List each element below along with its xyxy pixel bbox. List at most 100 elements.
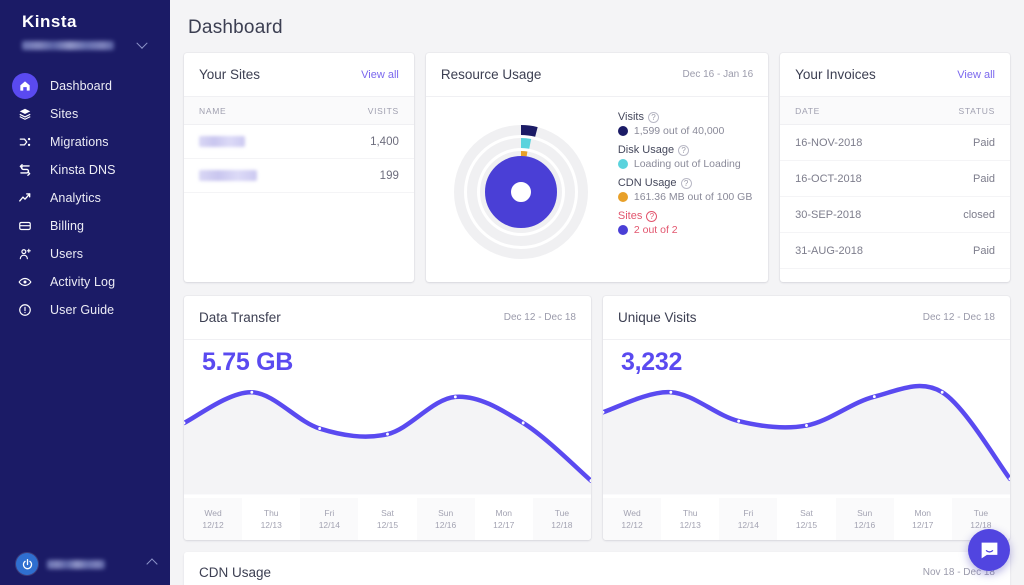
help-icon[interactable]: ? [647, 111, 659, 123]
column-header-date: DATE [795, 105, 820, 116]
legend-label: Visits? [618, 111, 768, 123]
sidebar-item-label: Kinsta DNS [50, 163, 116, 177]
sidebar-item-billing[interactable]: Billing [0, 212, 170, 240]
user-plus-icon [12, 241, 38, 267]
data-transfer-chart: Wed 12/12 Thu 12/13 Fri 12/14 Sat 12/15 Sun 12/16… [184, 377, 591, 540]
sidebar-item-kinsta-dns[interactable]: Kinsta DNS [0, 156, 170, 184]
sidebar-item-dashboard[interactable]: Dashboard [0, 72, 170, 100]
tick-date: 12/13 [260, 520, 282, 530]
sidebar-item-migrations[interactable]: Migrations [0, 128, 170, 156]
info-icon [12, 297, 38, 323]
invoices-view-all-link[interactable]: View all [957, 69, 995, 81]
sidebar: Kinsta Dashboard Sites Migrations Kinsta DN… [0, 0, 170, 585]
sites-table-body: 1,400 199 [184, 125, 414, 193]
legend-label-text: Sites [617, 210, 643, 222]
sidebar-item-activity-log[interactable]: Activity Log [0, 268, 170, 296]
resource-usage-card: Resource Usage Dec 16 - Jan 16 Visits? 1,… [425, 53, 769, 282]
sidebar-item-label: Sites [50, 107, 79, 121]
layers-icon [12, 101, 38, 127]
chevron-up-icon [146, 558, 158, 570]
site-visits: 1,400 [370, 135, 399, 148]
x-axis-tick: Mon 12/17 [893, 498, 952, 540]
legend-color-dot [617, 159, 628, 169]
sidebar-item-sites[interactable]: Sites [0, 100, 170, 128]
help-icon[interactable]: ? [678, 144, 690, 156]
card-title: Data Transfer [199, 310, 281, 325]
sidebar-item-users[interactable]: Users [0, 240, 170, 268]
sidebar-item-analytics[interactable]: Analytics [0, 184, 170, 212]
status-badge: closed [963, 208, 996, 221]
tick-day: Sat [800, 507, 813, 518]
app-root: Kinsta Dashboard Sites Migrations Kinsta DN… [0, 0, 1024, 585]
tick-date: 12/14 [737, 520, 759, 530]
x-axis-tick: Sat 12/15 [777, 498, 836, 540]
legend-color-dot [617, 225, 628, 235]
tick-day: Tue [973, 507, 989, 518]
invoice-date: 16-OCT-2018 [795, 172, 862, 185]
card-title: Unique Visits [618, 310, 697, 325]
table-row[interactable]: 16-NOV-2018 Paid [780, 125, 1011, 161]
help-icon[interactable]: ? [646, 210, 658, 222]
sites-view-all-link[interactable]: View all [361, 69, 399, 81]
sidebar-item-user-guide[interactable]: User Guide [0, 296, 170, 324]
legend-value: 2 out of 2 [633, 224, 678, 236]
site-visits: 199 [379, 169, 399, 182]
billing-icon [12, 213, 38, 239]
legend-value: 161.36 MB out of 100 GB [633, 191, 753, 203]
x-axis-tick: Wed 12/12 [603, 498, 661, 540]
invoice-date: 30-SEP-2018 [795, 208, 862, 221]
cards-row-top: Your Sites View all NAME VISITS 1,400 199… [170, 53, 1024, 282]
invoices-table-header: DATE STATUS [780, 97, 1011, 125]
dns-icon [12, 157, 38, 183]
legend-label: CDN Usage? [618, 177, 768, 189]
card-header: Your Sites View all [184, 53, 414, 97]
resource-date-range: Dec 16 - Jan 16 [682, 69, 754, 80]
x-axis-tick: Thu 12/13 [661, 498, 720, 540]
chevron-down-icon [136, 37, 148, 49]
legend-item: Sites? 2 out of 2 [617, 210, 768, 236]
eye-icon [12, 269, 38, 295]
tick-date: 12/15 [795, 520, 818, 530]
sidebar-item-label: User Guide [50, 303, 115, 317]
intercom-chat-button[interactable] [968, 529, 1010, 571]
legend-value-row: 161.36 MB out of 100 GB [617, 191, 768, 203]
card-header: Resource Usage Dec 16 - Jan 16 [425, 53, 769, 97]
cdn-usage-card: CDN Usage Nov 18 - Dec 18 [184, 552, 1010, 585]
legend-value-row: 1,599 out of 40,000 [617, 125, 768, 137]
your-sites-card: Your Sites View all NAME VISITS 1,400 199 [184, 53, 414, 282]
help-icon[interactable]: ? [680, 177, 692, 189]
tick-date: 12/17 [912, 520, 934, 530]
tick-day: Tue [554, 507, 570, 518]
tick-day: Thu [263, 507, 279, 518]
legend-label-text: Disk Usage [617, 144, 675, 156]
x-axis-tick: Fri 12/14 [300, 498, 358, 540]
x-axis-tick: Tue 12/18 [533, 498, 591, 540]
tick-day: Fri [743, 507, 754, 518]
resource-legend: Visits? 1,599 out of 40,000 Disk Usage? Loa… [616, 101, 768, 282]
account-switcher[interactable] [22, 37, 152, 50]
tick-date: 12/12 [202, 520, 224, 530]
table-row[interactable]: 1,400 [184, 125, 414, 159]
data-transfer-card: Data Transfer Dec 12 - Dec 18 5.75 GB We… [184, 296, 591, 540]
table-row[interactable]: 31-AUG-2018 Paid [780, 233, 1011, 269]
column-header-name: NAME [199, 105, 227, 116]
table-row[interactable]: 30-SEP-2018 closed [780, 197, 1011, 233]
sidebar-footer[interactable] [0, 553, 170, 575]
x-axis-tick: Thu 12/13 [242, 498, 301, 540]
legend-value-row: Loading out of Loading [617, 158, 768, 170]
tick-date: 12/12 [621, 520, 643, 530]
sidebar-item-label: Activity Log [50, 275, 116, 289]
card-header: Unique Visits Dec 12 - Dec 18 [603, 296, 1010, 340]
card-header: Data Transfer Dec 12 - Dec 18 [184, 296, 591, 340]
sidebar-item-label: Users [50, 247, 84, 261]
tick-day: Wed [623, 507, 641, 518]
tick-day: Sat [381, 507, 394, 518]
legend-value-row: 2 out of 2 [617, 224, 768, 236]
account-name-blurred [22, 41, 114, 50]
brand: Kinsta [0, 0, 170, 32]
card-title: Resource Usage [440, 67, 542, 82]
table-row[interactable]: 199 [184, 159, 414, 193]
tick-date: 12/18 [551, 520, 573, 530]
table-row[interactable]: 16-OCT-2018 Paid [780, 161, 1011, 197]
data-transfer-xaxis: Wed 12/12 Thu 12/13 Fri 12/14 Sat 12/15 Sun 12/16… [184, 498, 591, 540]
